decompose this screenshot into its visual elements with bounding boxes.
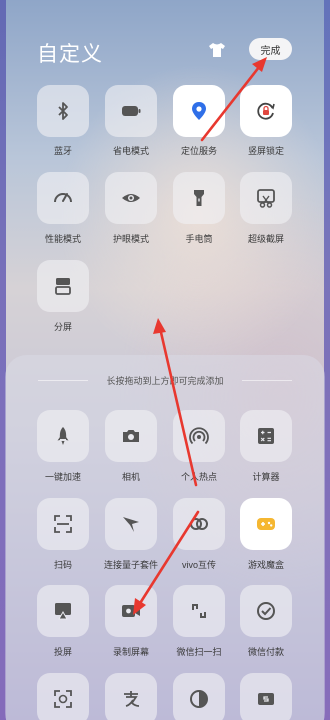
- tile-label: 个人热点: [180, 472, 217, 482]
- quantum-icon: [123, 517, 139, 532]
- tile-label: 护眼模式: [112, 234, 149, 244]
- boost-tile[interactable]: [37, 410, 89, 462]
- contrast-tile[interactable]: [173, 673, 225, 720]
- cast-icon: [55, 603, 71, 620]
- drag-hint: 长按拖动到上方即可完成添加: [106, 376, 224, 386]
- camera-tile[interactable]: [105, 410, 157, 462]
- screenshot-icon: [257, 189, 275, 208]
- flashlight-icon: [194, 190, 204, 206]
- tile-label: 游戏魔盒: [247, 560, 284, 570]
- location-tile[interactable]: [173, 85, 225, 137]
- calculator-tile[interactable]: [240, 410, 292, 462]
- alipay-icon: [124, 691, 140, 707]
- camera-icon: [123, 430, 139, 442]
- hotspot-tile[interactable]: [173, 410, 225, 462]
- quantum-suite-tile[interactable]: [105, 498, 157, 550]
- face-scan-icon: [54, 690, 72, 708]
- tile-label: 录制屏幕: [112, 647, 149, 657]
- wechat-pay-tile[interactable]: [240, 585, 292, 637]
- contrast-icon: [190, 690, 208, 708]
- wechat-scan-tile[interactable]: [173, 585, 225, 637]
- scan-icon: [54, 515, 72, 533]
- tile-label: 竖屏锁定: [247, 146, 284, 156]
- record-icon: [122, 605, 140, 617]
- game-icon: [257, 518, 275, 530]
- hotspot-icon: [189, 427, 209, 445]
- eye-care-tile[interactable]: [105, 172, 157, 224]
- eye-icon: [122, 194, 140, 202]
- tile-label: 微信扫一扫: [176, 647, 222, 657]
- tile-label: 投屏: [53, 647, 72, 657]
- bluetooth-icon: [58, 102, 68, 120]
- face-scan-tile[interactable]: [37, 673, 89, 720]
- super-screenshot-tile[interactable]: [240, 172, 292, 224]
- power-saving-tile[interactable]: [105, 85, 157, 137]
- tile-label: 省电模式: [112, 146, 149, 156]
- battery-icon: [122, 106, 141, 116]
- wallet-tile[interactable]: [240, 673, 292, 720]
- tile-label: 微信付款: [247, 647, 284, 657]
- theme-shirt-icon[interactable]: [209, 43, 225, 57]
- tile-label: 性能模式: [44, 234, 81, 244]
- vivo-share-tile[interactable]: [173, 498, 225, 550]
- share-icon: [190, 518, 208, 530]
- tile-label: 一键加速: [44, 472, 81, 482]
- tile-label: 扫码: [53, 560, 72, 570]
- tile-label: 分屏: [53, 322, 72, 332]
- tile-label: 蓝牙: [53, 146, 72, 156]
- game-box-tile[interactable]: [240, 498, 292, 550]
- location-icon: [192, 102, 206, 120]
- tile-label: 超级截屏: [247, 234, 284, 244]
- rocket-icon: [57, 427, 69, 445]
- speedometer-icon: [54, 193, 72, 203]
- wechat-scan-icon: [192, 604, 206, 618]
- bluetooth-tile[interactable]: [37, 85, 89, 137]
- split-screen-icon: [55, 278, 71, 295]
- cast-tile[interactable]: [37, 585, 89, 637]
- flashlight-tile[interactable]: [173, 172, 225, 224]
- rotation-lock-tile[interactable]: [240, 85, 292, 137]
- calculator-icon: [258, 428, 274, 444]
- wechat-pay-icon: [257, 602, 275, 620]
- wallet-icon: [258, 693, 274, 705]
- screen-record-tile[interactable]: [105, 585, 157, 637]
- tile-label: 计算器: [252, 472, 280, 482]
- alipay-tile[interactable]: [105, 673, 157, 720]
- tile-label: 定位服务: [180, 146, 217, 156]
- tile-label: 手电筒: [185, 234, 213, 244]
- done-button[interactable]: 完成: [249, 38, 292, 60]
- tile-label: vivo互传: [181, 560, 216, 570]
- rotation-lock-icon: [257, 102, 275, 120]
- scan-tile[interactable]: [37, 498, 89, 550]
- performance-tile[interactable]: [37, 172, 89, 224]
- tile-label: 连接量子套件: [103, 560, 158, 570]
- split-screen-tile[interactable]: [37, 260, 89, 312]
- tile-label: 相机: [121, 472, 140, 482]
- page-title: 自定义: [37, 43, 103, 66]
